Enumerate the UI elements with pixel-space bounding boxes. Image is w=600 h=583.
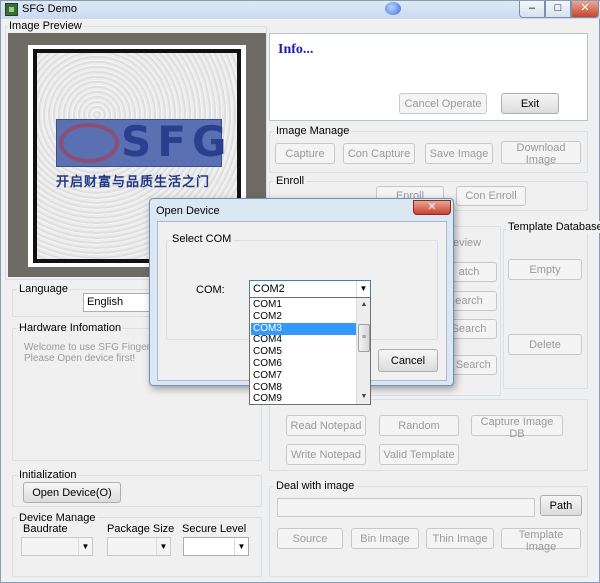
com-label: COM: — [196, 284, 225, 296]
initialization-label: Initialization — [17, 469, 79, 481]
select-com-label: Select COM — [170, 233, 234, 245]
download-image-button[interactable]: Download Image — [501, 141, 581, 166]
thin-image-button[interactable]: Thin Image — [426, 528, 494, 549]
delete-button[interactable]: Delete — [508, 334, 582, 355]
dialog-title: Open Device — [156, 205, 220, 217]
valid-template-button[interactable]: Valid Template — [379, 444, 459, 465]
random-button[interactable]: Random — [379, 415, 459, 436]
orb-icon — [385, 2, 401, 15]
deal-image-label: Deal with image — [274, 480, 357, 492]
package-size-select[interactable]: ▼ — [107, 537, 171, 556]
com-option[interactable]: COM7 — [251, 370, 356, 382]
save-image-button[interactable]: Save Image — [425, 143, 493, 164]
com-option[interactable]: COM4 — [251, 334, 356, 346]
write-notepad-button[interactable]: Write Notepad — [286, 444, 366, 465]
con-capture-button[interactable]: Con Capture — [343, 143, 415, 164]
scrollbar[interactable]: ▲ ≡ ▼ — [356, 298, 370, 404]
cancel-operate-button[interactable]: Cancel Operate — [399, 93, 487, 114]
con-enroll-button[interactable]: Con Enroll — [456, 186, 526, 206]
capture-image-db-button[interactable]: Capture Image DB — [471, 415, 563, 440]
dialog-cancel-button[interactable]: Cancel — [378, 349, 438, 372]
com-dropdown-list[interactable]: COM1 COM2 COM3 COM4 COM5 COM6 COM7 COM8 COM9 ▲ ≡… — [249, 297, 371, 405]
image-manage-label: Image Manage — [274, 125, 352, 137]
baudrate-select[interactable]: ▼ — [21, 537, 93, 556]
secure-level-select[interactable]: ▼ — [183, 537, 249, 556]
open-device-button[interactable]: Open Device(O) — [23, 482, 121, 503]
dialog-close-button[interactable]: ✕ — [413, 200, 451, 215]
com-option[interactable]: COM3 — [251, 322, 356, 335]
logo-text: SFG — [121, 117, 233, 166]
com-select[interactable]: COM2 ▼ — [249, 280, 371, 298]
logo-slogan: 开启财富与品质生活之门 — [56, 174, 211, 189]
minimize-button[interactable]: – — [519, 1, 545, 18]
scroll-thumb[interactable]: ≡ — [358, 324, 370, 352]
source-button[interactable]: Source — [277, 528, 343, 549]
main-window: SFG Demo – □ ✕ Image Preview SFG 开启财富与品质… — [0, 0, 600, 583]
com-option[interactable]: COM8 — [251, 382, 356, 394]
com-option[interactable]: COM9 — [251, 393, 356, 404]
chevron-down-icon: ▼ — [78, 538, 92, 555]
empty-button[interactable]: Empty — [508, 259, 582, 280]
path-field[interactable] — [277, 498, 535, 517]
exit-button[interactable]: Exit — [501, 93, 559, 114]
preview-checkbox-label: eview — [453, 237, 482, 249]
title-bar: SFG Demo – □ ✕ — [1, 1, 600, 19]
chevron-down-icon: ▼ — [356, 281, 370, 297]
com-select-value: COM2 — [253, 283, 285, 295]
path-button[interactable]: Path — [540, 495, 582, 516]
chevron-down-icon: ▼ — [156, 538, 170, 555]
enroll-label: Enroll — [274, 175, 307, 187]
scroll-down-icon[interactable]: ▼ — [358, 391, 370, 403]
package-size-label: Package Size — [107, 523, 175, 535]
com-option[interactable]: COM1 — [251, 299, 356, 311]
hardware-message-2: Please Open device first! — [24, 353, 136, 364]
language-select[interactable]: English — [83, 293, 153, 312]
info-title: Info... — [278, 42, 314, 57]
com-option[interactable]: COM5 — [251, 346, 356, 358]
maximize-button[interactable]: □ — [545, 1, 571, 18]
capture-button[interactable]: Capture — [275, 143, 335, 164]
fingerprint-logo-icon — [59, 123, 119, 163]
hardware-label: Hardware Infomation — [17, 322, 124, 334]
bin-image-button[interactable]: Bin Image — [351, 528, 419, 549]
template-image-button[interactable]: Template Image — [501, 528, 581, 553]
template-db-label: Template Database — [506, 221, 600, 233]
com-option[interactable]: COM2 — [251, 311, 356, 323]
com-option[interactable]: COM6 — [251, 358, 356, 370]
language-label: Language — [17, 283, 70, 295]
window-title: SFG Demo — [22, 3, 78, 15]
app-icon — [5, 3, 18, 16]
read-notepad-button[interactable]: Read Notepad — [286, 415, 366, 436]
template-db-group — [503, 229, 588, 389]
image-preview-label: Image Preview — [7, 20, 84, 32]
close-button[interactable]: ✕ — [571, 1, 599, 18]
chevron-down-icon: ▼ — [234, 538, 248, 555]
secure-level-label: Secure Level — [182, 523, 247, 535]
scroll-up-icon[interactable]: ▲ — [358, 299, 370, 311]
baudrate-label: Baudrate — [23, 523, 68, 535]
